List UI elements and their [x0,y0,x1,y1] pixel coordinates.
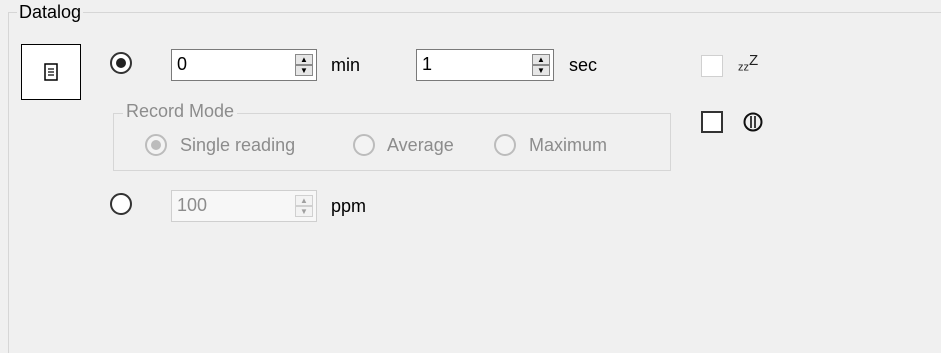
record-average-radio[interactable] [353,134,375,156]
time-mode-radio[interactable] [110,52,132,74]
seconds-up-button[interactable]: ▲ [532,54,550,65]
record-maximum-radio[interactable] [494,134,516,156]
minutes-spinbox[interactable]: 0 ▲ ▼ [171,49,317,81]
record-single-radio[interactable] [145,134,167,156]
ppm-unit-label: ppm [331,196,367,216]
seconds-spinbox[interactable]: 1 ▲ ▼ [416,49,554,81]
ppm-value: 100 [177,195,208,215]
minutes-unit-label: min [331,55,361,75]
radio-selected-dot [116,58,126,68]
record-maximum-label: Maximum [529,135,608,155]
record-average-label: Average [387,135,454,155]
ppm-spinbox[interactable]: 100 ▲ ▼ [171,190,317,222]
seconds-unit-label: sec [569,55,598,75]
datalog-title: Datalog [17,2,84,23]
seconds-down-button[interactable]: ▼ [532,65,550,76]
sleep-checkbox[interactable] [701,55,723,77]
datalog-document-button[interactable] [21,44,81,100]
ppm-mode-radio[interactable] [110,193,132,215]
document-icon [44,63,58,81]
minutes-down-button[interactable]: ▼ [295,65,313,76]
radio-selected-dot [151,140,161,150]
minutes-value: 0 [177,54,188,74]
minutes-up-button[interactable]: ▲ [295,54,313,65]
power-checkbox[interactable] [701,111,723,133]
sleep-icon-large: Z [749,52,759,69]
sleep-icon-small: zz [738,61,749,74]
record-mode-title: Record Mode [123,101,238,122]
power-icon [743,112,763,132]
ppm-down-button[interactable]: ▼ [295,206,313,217]
ppm-up-button[interactable]: ▲ [295,195,313,206]
sleep-icon: zzZ [738,52,758,74]
record-single-label: Single reading [180,135,296,155]
seconds-value: 1 [422,54,433,74]
